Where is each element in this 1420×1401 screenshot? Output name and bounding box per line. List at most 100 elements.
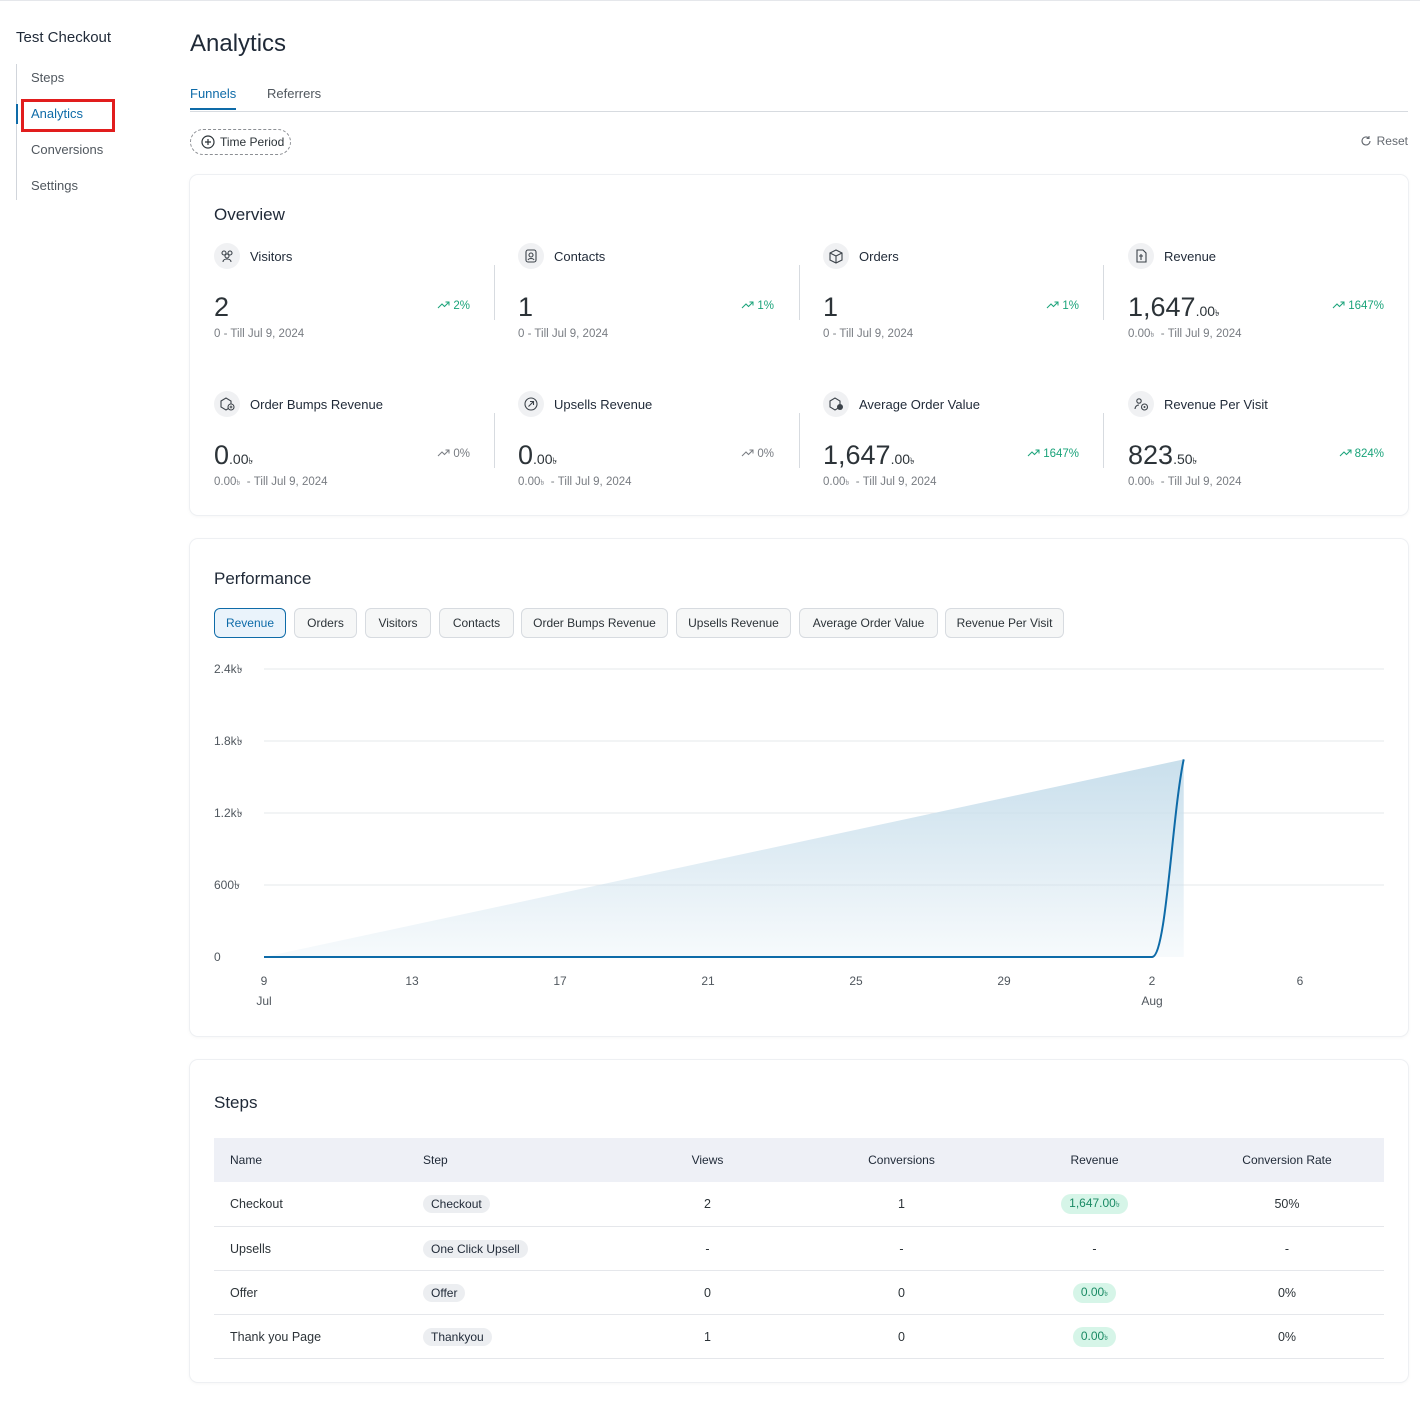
table-cell: 0% — [1190, 1271, 1384, 1315]
chip-upsells-revenue[interactable]: Upsells Revenue — [676, 608, 791, 638]
metric-value-dec: .00 — [533, 451, 553, 467]
table-cell: 1,647.00৳ — [997, 1182, 1192, 1226]
series-area — [264, 759, 1184, 957]
metric-label: Contacts — [554, 248, 606, 264]
metric-label: Revenue Per Visit — [1164, 396, 1268, 412]
metric-trend: 1647% — [1027, 448, 1079, 460]
metric-previous-value: 0.00 — [823, 476, 846, 488]
step-name: Thank you Page — [230, 1330, 322, 1344]
sidebar-item-steps[interactable]: Steps — [31, 68, 64, 88]
metric-previous: 0.00৳ - Till Jul 9, 2024 — [1128, 328, 1242, 342]
trend-up-icon — [437, 448, 450, 460]
table-cell: 0% — [1190, 1315, 1384, 1359]
metric-period: - Till Jul 9, 2024 — [544, 476, 632, 488]
sidebar-active-indicator — [16, 104, 18, 124]
step-revenue-badge: 0.00৳ — [1072, 1327, 1117, 1347]
revenue-per-visit-icon — [1128, 391, 1154, 417]
metric-value: 0.00৳ — [518, 439, 557, 477]
metric-previous: 0.00৳ - Till Jul 9, 2024 — [823, 476, 937, 490]
sidebar-nav: Steps Analytics Conversions Settings — [16, 64, 136, 200]
top-divider — [0, 0, 1420, 1]
chip-orders[interactable]: Orders — [294, 608, 357, 638]
metric-label: Visitors — [250, 248, 293, 264]
chip-order-bumps-revenue[interactable]: Order Bumps Revenue — [521, 608, 668, 638]
metric-trend: 0% — [437, 448, 470, 460]
visitors-icon — [214, 243, 240, 269]
metric-divider — [494, 265, 495, 320]
metric-head: Orders — [823, 243, 899, 269]
order-bump-icon — [214, 391, 240, 417]
x-tick-label: 21 — [701, 974, 715, 988]
step-revenue: 1,647.00 — [1069, 1196, 1116, 1210]
highlight-box — [21, 99, 115, 132]
metric-trend-value: 1% — [757, 300, 774, 312]
time-period-label: Time Period — [220, 135, 285, 149]
metric-head: Visitors — [214, 243, 292, 269]
step-views: 0 — [704, 1286, 711, 1300]
table-cell: Checkout — [423, 1182, 623, 1226]
metric-divider — [799, 265, 800, 320]
x-tick-label: 17 — [553, 974, 567, 988]
sidebar-item-conversions[interactable]: Conversions — [31, 140, 103, 160]
table-row: Thank you Page Thankyou 1 0 0.00৳ 0% — [214, 1315, 1384, 1359]
metric-value-int: 1,647 — [1128, 292, 1196, 322]
step-revenue: 0.00 — [1080, 1329, 1105, 1343]
reset-button[interactable]: Reset — [1360, 134, 1408, 148]
x-tick-label: 29 — [997, 974, 1011, 988]
metric-currency: ৳ — [910, 456, 915, 466]
metric-trend: 1% — [1046, 300, 1079, 312]
metric-currency: ৳ — [1192, 456, 1198, 466]
trend-up-icon — [437, 300, 450, 312]
step-conversions: 1 — [898, 1197, 905, 1211]
x-tick-label: 25 — [849, 974, 863, 988]
chip-average-order-value[interactable]: Average Order Value — [799, 608, 938, 638]
step-revenue-currency: ৳ — [1115, 1200, 1120, 1209]
metric-trend-value: 1647% — [1348, 300, 1384, 312]
tab-referrers[interactable]: Referrers — [267, 86, 321, 110]
metric-upsells-revenue: Upsells Revenue 0.00৳ 0% 0.00৳ - Till Jul 9… — [518, 391, 774, 501]
metric-previous-value: 0.00 — [1128, 476, 1151, 488]
table-cell: Upsells — [230, 1227, 410, 1271]
time-period-button[interactable]: Time Period — [190, 129, 291, 155]
metric-head: Order Bumps Revenue — [214, 391, 383, 417]
overview-card: Overview Visitors 2 2% 0 - Till Jul 9, 2024… — [190, 175, 1408, 515]
table-cell: 1 — [610, 1315, 805, 1359]
table-header: Name Step Views Conversions Revenue Conversio… — [214, 1138, 1384, 1182]
step-views: - — [705, 1242, 710, 1256]
table-cell: 0 — [804, 1271, 999, 1315]
y-tick-label: 2.4k৳ — [214, 662, 243, 676]
metric-contacts: Contacts 1 1% 0 - Till Jul 9, 2024 — [518, 243, 774, 353]
metric-head: Upsells Revenue — [518, 391, 652, 417]
metric-currency: ৳ — [552, 456, 557, 466]
metric-value-dec: .00 — [1195, 303, 1216, 319]
y-tick-label: 1.8k৳ — [214, 734, 243, 748]
chip-revenue-per-visit[interactable]: Revenue Per Visit — [945, 608, 1064, 638]
metric-value: 2 — [214, 291, 229, 329]
x-tick-label: 9 — [261, 974, 268, 988]
performance-title: Performance — [214, 569, 312, 588]
metric-trend-value: 0% — [757, 448, 774, 460]
metric-head: Contacts — [518, 243, 605, 269]
y-tick-label: 0 — [214, 950, 221, 964]
metric-trend-value: 824% — [1354, 448, 1384, 460]
metric-divider — [1103, 413, 1104, 468]
sidebar-item-settings[interactable]: Settings — [31, 176, 78, 196]
reset-icon — [1361, 136, 1371, 146]
table-cell: 0 — [610, 1271, 805, 1315]
chip-contacts[interactable]: Contacts — [439, 608, 514, 638]
metric-value-int: 0 — [518, 440, 534, 470]
plus-circle-icon — [201, 135, 215, 149]
metric-period: - Till Jul 9, 2024 — [1154, 476, 1242, 488]
metric-period: - Till Jul 9, 2024 — [849, 476, 937, 488]
metric-previous: 0.00৳ - Till Jul 9, 2024 — [214, 476, 328, 490]
table-cell: - — [1190, 1227, 1384, 1271]
chip-visitors[interactable]: Visitors — [365, 608, 431, 638]
table-cell: 0.00৳ — [997, 1315, 1192, 1359]
metric-orders: Orders 1 1% 0 - Till Jul 9, 2024 — [823, 243, 1079, 353]
metric-value-int: 823 — [1128, 440, 1174, 470]
chip-revenue[interactable]: Revenue — [214, 608, 286, 638]
tab-funnels[interactable]: Funnels — [190, 86, 237, 110]
step-conversions: 0 — [898, 1286, 905, 1300]
step-revenue-badge: 0.00৳ — [1072, 1283, 1117, 1303]
reset-label: Reset — [1376, 134, 1408, 148]
